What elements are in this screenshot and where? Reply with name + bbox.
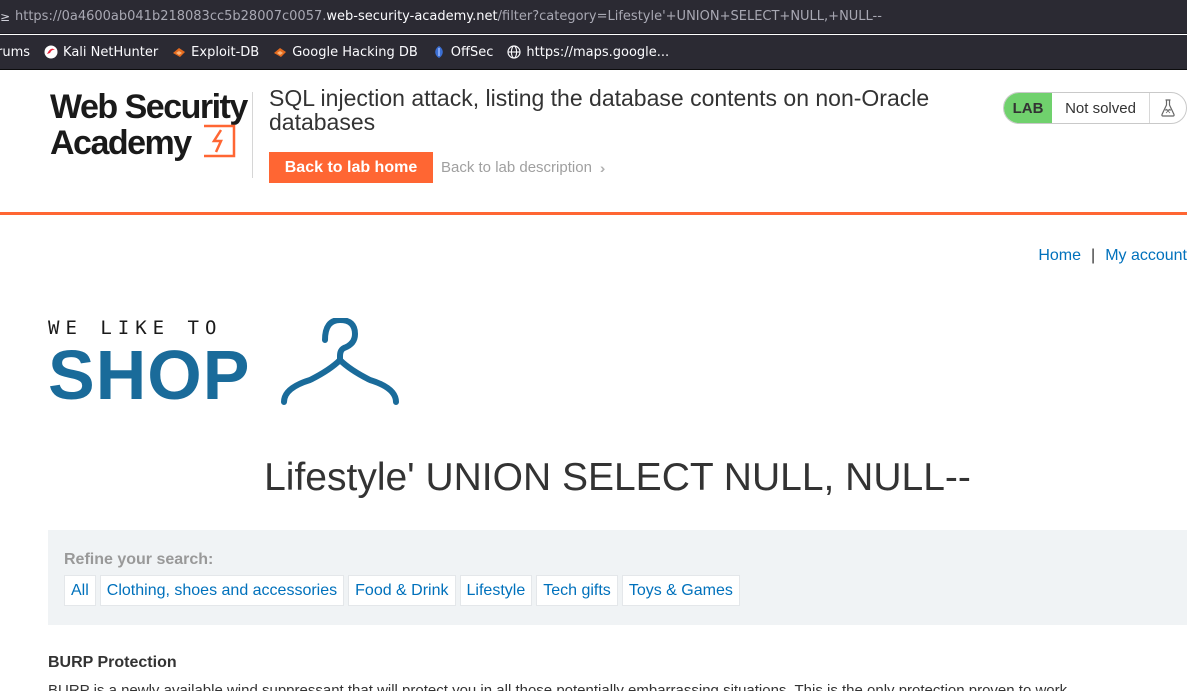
we-like-to-shop-logo: WE LIKE TO SHOP [48,318,400,410]
academy-bolt-icon [203,124,235,158]
logo-line1: Web Security [50,88,248,126]
exploit-db-icon [172,45,186,59]
url-prefix: https://0a4600ab041b218083cc5b28007c0057… [15,9,327,24]
logo-line2: Academy [50,124,192,162]
filter-tech-gifts[interactable]: Tech gifts [536,575,618,606]
shop-top-nav: Home | My account [1038,247,1187,265]
back-desc-label: Back to lab description [441,159,592,176]
bookmark-google-hacking-db[interactable]: Google Hacking DB [273,45,418,60]
refine-search-label: Refine your search: [64,551,214,568]
nav-home-link[interactable]: Home [1038,247,1081,264]
url-text[interactable]: https://0a4600ab041b218083cc5b28007c0057… [12,9,882,24]
back-to-lab-home-button[interactable]: Back to lab home [269,152,433,183]
lab-status-text: Not solved [1052,93,1150,123]
category-heading: Lifestyle' UNION SELECT NULL, NULL-- [264,456,971,499]
lab-status-widget: LAB Not solved [1003,92,1187,124]
header-divider [252,92,253,178]
bookmark-kali-nethunter[interactable]: Kali NetHunter [44,45,158,60]
page-info-icon[interactable]: ≥ [0,10,12,24]
clothes-hanger-icon [281,318,399,405]
shop-logo-word: SHOP [48,336,251,414]
globe-icon [507,45,521,59]
lab-tag: LAB [1004,93,1052,123]
flask-icon [1150,93,1186,123]
product-description: BURP is a newly available wind suppressa… [48,682,1068,691]
product-title: BURP Protection [48,654,177,671]
bookmark-google-maps[interactable]: https://maps.google... [507,45,669,60]
filter-clothing[interactable]: Clothing, shoes and accessories [99,575,345,606]
browser-url-bar[interactable]: ≥ https://0a4600ab041b218083cc5b28007c00… [0,0,1187,34]
bookmark-label: Google Hacking DB [292,44,418,60]
bookmarks-toolbar: rums Kali NetHunter Exploit-DB Google Ha… [0,35,1187,70]
back-to-lab-description-link[interactable]: Back to lab description ›› [441,159,607,176]
filter-toys-games[interactable]: Toys & Games [621,575,740,606]
nav-separator: | [1091,247,1096,264]
bookmark-label: OffSec [450,44,494,60]
filter-all[interactable]: All [64,575,96,606]
url-path: /filter?category=Lifestyle'+UNION+SELECT… [497,9,882,24]
ghdb-icon [273,45,287,59]
bookmark-label: https://maps.google... [526,44,670,60]
web-security-academy-logo[interactable]: Web Security Academy [50,90,250,165]
academy-lab-header: Web Security Academy SQL injection attac… [0,70,1187,215]
bookmark-exploit-db[interactable]: Exploit-DB [172,45,259,60]
logo-line2-wrap: Academy [50,124,250,160]
nav-my-account-link[interactable]: My account [1105,247,1187,264]
filter-food-drink[interactable]: Food & Drink [348,575,456,606]
bookmark-label: Kali NetHunter [63,44,159,60]
bookmark-label: Exploit-DB [191,44,260,60]
double-chevron-right-icon: ›› [599,159,607,176]
bookmark-label: rums [0,44,31,60]
url-domain: web-security-academy.net [326,9,498,24]
lab-title: SQL injection attack, listing the databa… [269,85,930,135]
filter-lifestyle[interactable]: Lifestyle [459,575,533,606]
kali-icon [44,45,58,59]
category-filter-list: All Clothing, shoes and accessories Food… [64,575,744,606]
bookmark-offsec[interactable]: OffSec [432,44,494,60]
bookmark-forums[interactable]: rums [0,45,30,60]
filter-section: Refine your search: All Clothing, shoes … [48,530,1187,625]
offsec-icon [432,45,446,59]
